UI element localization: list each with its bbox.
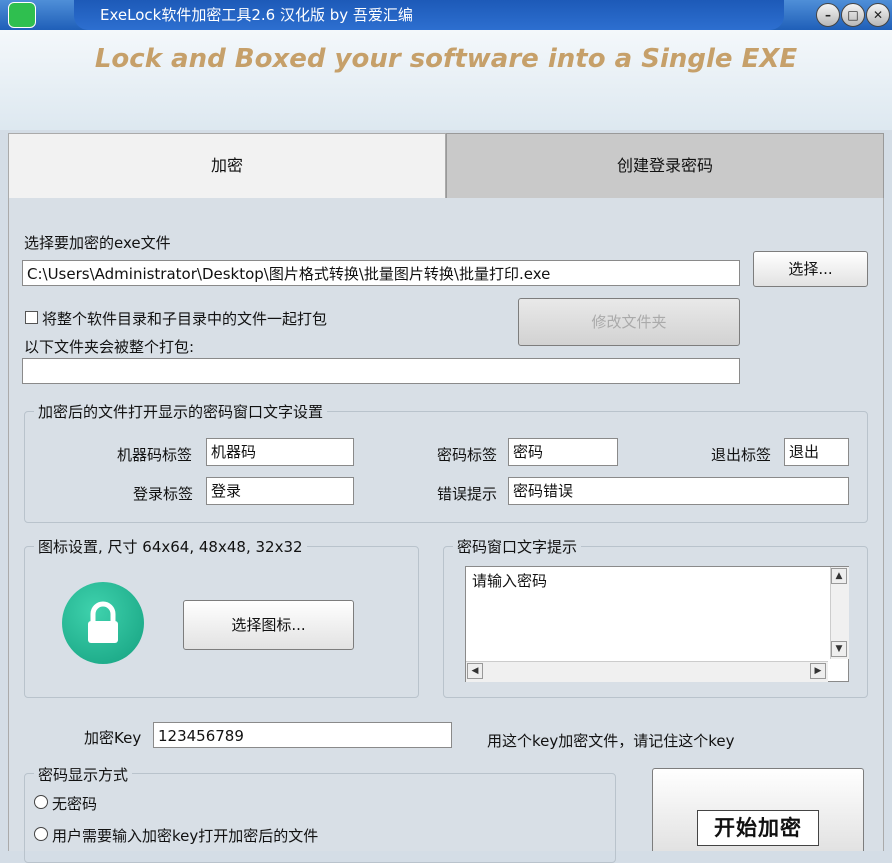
error-input[interactable]: 密码错误	[508, 477, 849, 505]
browse-button[interactable]: 选择...	[753, 251, 868, 287]
icon-settings-title: 图标设置, 尺寸 64x64, 48x48, 32x32	[34, 536, 307, 557]
password-label-input[interactable]: 密码	[508, 438, 618, 466]
pack-folder-checkbox[interactable]	[25, 311, 38, 324]
encrypt-panel	[8, 198, 884, 851]
scroll-down-icon[interactable]: ▼	[831, 641, 847, 657]
window-title: ExeLock软件加密工具2.6 汉化版 by 吾爱汇编	[100, 6, 413, 24]
exe-path-input[interactable]: C:\Users\Administrator\Desktop\图片格式转换\批量…	[22, 260, 740, 286]
radio-require-key[interactable]	[34, 827, 48, 841]
key-note: 用这个key加密文件，请记住这个key	[487, 732, 735, 750]
radio-require-key-label: 用户需要输入加密key打开加密后的文件	[52, 827, 319, 845]
login-label: 登录标签	[133, 485, 194, 503]
lock-glyph-icon	[88, 601, 118, 643]
password-window-group	[24, 411, 868, 523]
radio-no-password[interactable]	[34, 795, 48, 809]
exe-file-label: 选择要加密的exe文件	[24, 234, 171, 252]
horizontal-scrollbar[interactable]	[466, 661, 828, 682]
login-label-input[interactable]: 登录	[206, 477, 354, 505]
maximize-icon[interactable]: □	[841, 3, 865, 27]
minimize-icon[interactable]: –	[816, 3, 840, 27]
machine-code-input[interactable]: 机器码	[206, 438, 354, 466]
hint-title: 密码窗口文字提示	[453, 536, 582, 557]
password-window-title: 加密后的文件打开显示的密码窗口文字设置	[34, 401, 328, 422]
tab-encrypt[interactable]: 加密	[8, 133, 446, 198]
pack-folder-label: 将整个软件目录和子目录中的文件一起打包	[42, 310, 328, 328]
key-input[interactable]: 123456789	[153, 722, 452, 748]
error-label: 错误提示	[437, 485, 498, 503]
lock-icon	[62, 582, 144, 664]
scroll-up-icon[interactable]: ▲	[831, 568, 847, 584]
exit-label-input[interactable]: 退出	[784, 438, 849, 466]
banner-text: Lock and Boxed your software into a Sing…	[94, 44, 798, 74]
hint-text: 请输入密码	[472, 572, 548, 590]
folder-input[interactable]	[22, 358, 740, 384]
choose-icon-button[interactable]: 选择图标...	[183, 600, 354, 650]
folder-label: 以下文件夹会被整个打包:	[24, 338, 195, 356]
app-icon[interactable]	[8, 2, 36, 28]
machine-code-label: 机器码标签	[117, 446, 193, 464]
scroll-right-icon[interactable]: ▶	[810, 663, 826, 679]
display-mode-title: 密码显示方式	[34, 764, 133, 785]
scroll-left-icon[interactable]: ◀	[467, 663, 483, 679]
tab-create-login-password[interactable]: 创建登录密码	[446, 133, 884, 199]
display-mode-group	[24, 773, 616, 863]
start-encrypt-label: 开始加密	[697, 810, 819, 846]
password-label: 密码标签	[437, 446, 498, 464]
key-label: 加密Key	[84, 729, 142, 747]
close-icon[interactable]: ✕	[866, 3, 890, 27]
exit-label: 退出标签	[711, 446, 772, 464]
radio-no-password-label: 无密码	[52, 795, 98, 813]
modify-folder-button[interactable]: 修改文件夹	[518, 298, 740, 346]
